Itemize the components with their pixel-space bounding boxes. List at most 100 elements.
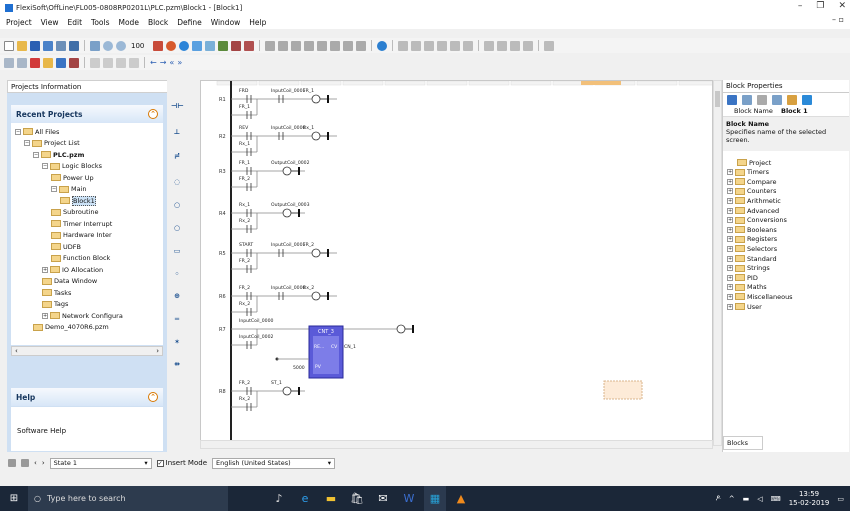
expand-toggle-icon[interactable]: + xyxy=(727,188,733,195)
nav-next-icon[interactable]: › xyxy=(42,459,45,467)
scroll-right-icon[interactable]: › xyxy=(156,347,159,355)
contact-label[interactable]: InputCoil_0000 xyxy=(239,318,274,324)
undo2-icon[interactable] xyxy=(450,40,461,51)
coil[interactable] xyxy=(311,248,321,258)
props-icon[interactable] xyxy=(757,95,767,105)
coil[interactable] xyxy=(311,131,321,141)
edit3-icon[interactable] xyxy=(116,57,126,68)
contact-no-icon[interactable]: ⊣⊢ xyxy=(171,102,184,112)
block-icon[interactable] xyxy=(231,40,242,51)
coil[interactable] xyxy=(282,208,292,218)
reset-coil-icon[interactable]: ○ xyxy=(171,224,183,234)
rung-label[interactable]: R1 xyxy=(219,97,226,103)
column-header[interactable] xyxy=(426,81,468,86)
contact-label[interactable]: FRD xyxy=(239,88,249,94)
zoom-in-icon[interactable] xyxy=(103,40,113,51)
expand-toggle-icon[interactable]: + xyxy=(727,265,733,272)
alphabetical-icon[interactable] xyxy=(742,95,752,105)
notification-icon[interactable]: ▭ xyxy=(837,495,844,503)
display-icon[interactable] xyxy=(205,40,216,51)
hline-icon[interactable]: ═ xyxy=(171,315,183,325)
pages-icon[interactable] xyxy=(802,95,812,105)
column-header[interactable] xyxy=(216,81,258,86)
categorized-icon[interactable] xyxy=(727,95,737,105)
coil[interactable] xyxy=(282,166,292,176)
first-page-icon[interactable] xyxy=(8,459,16,467)
tag-icon[interactable] xyxy=(69,57,79,68)
edit2-icon[interactable] xyxy=(103,57,113,68)
block-category[interactable]: + Advanced xyxy=(727,206,779,215)
contact-label[interactable]: FR_2 xyxy=(239,285,250,291)
help-icon[interactable] xyxy=(377,40,388,51)
prev-page-icon[interactable] xyxy=(21,459,29,467)
tree-icon[interactable] xyxy=(218,40,229,51)
branch-label[interactable]: Rx_2 xyxy=(239,396,250,402)
tree-node[interactable]: UDFB xyxy=(51,242,81,251)
expand-toggle-icon[interactable]: + xyxy=(727,274,733,281)
expand-toggle-icon[interactable]: + xyxy=(727,245,733,252)
expand-toggle-icon[interactable]: + xyxy=(727,284,733,291)
expand-toggle-icon[interactable]: − xyxy=(51,186,57,192)
undo-icon[interactable] xyxy=(304,40,315,51)
layout2-icon[interactable] xyxy=(497,40,508,51)
view2-icon[interactable] xyxy=(17,57,27,68)
tree-node[interactable]: − All Files xyxy=(15,127,59,136)
menu-block[interactable]: Block xyxy=(148,18,168,27)
tree-node[interactable]: Demo_4070R6.pzm xyxy=(33,323,109,332)
tray-chevron-icon[interactable]: ^ xyxy=(729,495,735,503)
delete-block-icon[interactable] xyxy=(244,40,255,51)
block-category[interactable]: Project xyxy=(737,158,771,167)
expand-toggle-icon[interactable]: + xyxy=(727,226,733,233)
tree-node[interactable]: Hardware Inter xyxy=(51,231,112,240)
tree-node[interactable]: Subroutine xyxy=(51,208,98,217)
last-icon[interactable]: » xyxy=(177,58,182,67)
expand-toggle-icon[interactable]: + xyxy=(727,217,733,224)
scroll-left-icon[interactable]: ‹ xyxy=(15,347,18,355)
tree-node[interactable]: Tags xyxy=(42,300,68,309)
people-icon[interactable]: ዶ xyxy=(716,494,721,503)
grid-icon[interactable] xyxy=(437,40,448,51)
branch-label[interactable]: FR_2 xyxy=(239,258,250,264)
contact-label[interactable]: FR_2 xyxy=(303,242,314,248)
rung-label[interactable]: R3 xyxy=(219,169,226,175)
contact-label[interactable]: InputCoil_0000 xyxy=(271,125,306,131)
contact-label[interactable]: InputCoil_0001 xyxy=(271,88,306,94)
checkbox-icon[interactable]: ✓ xyxy=(156,459,164,467)
save-all-icon[interactable] xyxy=(43,40,53,51)
branch-label[interactable]: Rx_1 xyxy=(239,141,250,147)
start-button[interactable]: ⊞ xyxy=(0,486,28,511)
edit4-icon[interactable] xyxy=(129,57,139,68)
block-category[interactable]: + Miscellaneous xyxy=(727,292,793,301)
word-icon[interactable]: W xyxy=(398,486,420,511)
rung-label[interactable]: R7 xyxy=(219,327,226,333)
menu-help[interactable]: Help xyxy=(249,18,266,27)
properties-icon[interactable] xyxy=(90,40,100,51)
volume-icon[interactable]: ◁ xyxy=(757,495,762,503)
contact-label[interactable]: FR_1 xyxy=(303,88,314,94)
column-header[interactable] xyxy=(636,81,678,86)
expand-toggle-icon[interactable]: + xyxy=(727,303,733,310)
column-header[interactable] xyxy=(678,81,713,86)
tree-node[interactable]: − PLC.pzm xyxy=(33,150,84,159)
counter-pv-value[interactable]: 5000 xyxy=(293,365,305,371)
state-select[interactable]: State 1 ▾ xyxy=(49,457,152,469)
cut2-icon[interactable] xyxy=(398,40,409,51)
rung-label[interactable]: R4 xyxy=(219,211,226,217)
column-header[interactable] xyxy=(342,81,384,86)
contact-label[interactable]: FR_1 xyxy=(239,160,250,166)
coil[interactable] xyxy=(311,291,321,301)
expand-toggle-icon[interactable]: + xyxy=(727,207,733,214)
coil[interactable] xyxy=(396,324,406,334)
menu-edit[interactable]: Edit xyxy=(67,18,82,27)
minimize-button[interactable]: – xyxy=(798,1,803,11)
ladder-horizontal-scrollbar[interactable] xyxy=(200,440,713,449)
expand-toggle-icon[interactable]: − xyxy=(15,128,21,135)
microphone-icon[interactable]: ♪ xyxy=(268,486,290,511)
software-help-link[interactable]: Software Help xyxy=(17,427,66,435)
contact-label[interactable]: InputCoil_0000 xyxy=(271,285,306,291)
block-category[interactable]: + Compare xyxy=(727,177,777,186)
block-category[interactable]: + PID xyxy=(727,273,758,282)
print-icon[interactable] xyxy=(56,40,66,51)
file-explorer-icon[interactable]: ▬ xyxy=(320,486,342,511)
contact-label[interactable]: Rx_1 xyxy=(239,202,250,208)
